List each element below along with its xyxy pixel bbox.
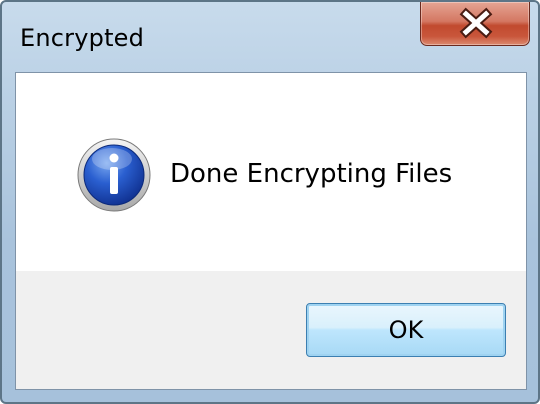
message-text: Done Encrypting Files [170,159,453,189]
button-bar: OK [16,271,526,389]
window-title: Encrypted [20,24,145,52]
ok-button[interactable]: OK [306,303,506,357]
dialog-window: Encrypted Done Encrypting Files OK [0,0,540,404]
close-icon [459,7,493,39]
information-icon [77,138,151,212]
title-bar[interactable]: Encrypted [2,2,538,72]
close-button[interactable] [420,2,530,46]
message-area: Done Encrypting Files [16,73,526,271]
dialog-client-area: Done Encrypting Files OK [15,72,527,390]
